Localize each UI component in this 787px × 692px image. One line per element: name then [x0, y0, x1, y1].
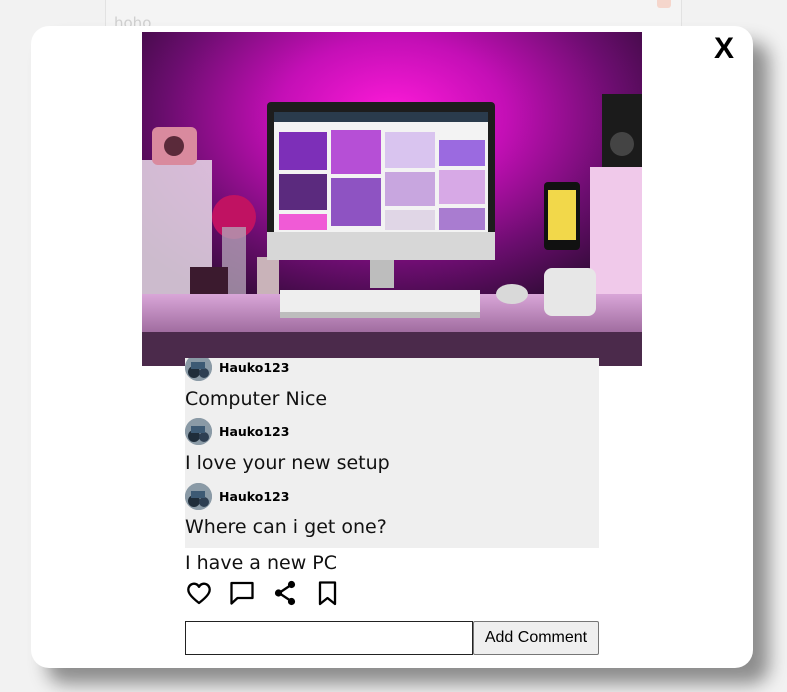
comment-username: Hauko123	[219, 488, 290, 504]
comment-author[interactable]: Hauko123	[185, 358, 289, 381]
comment-username: Hauko123	[219, 423, 290, 439]
comment-text: Where can i get one?	[185, 516, 387, 538]
comment-text: I love your new setup	[185, 452, 390, 474]
comments-list: Hauko123 Computer Nice Hauko123 I love y…	[185, 358, 599, 548]
comment-text: Computer Nice	[185, 388, 328, 410]
comment-input[interactable]	[185, 621, 473, 655]
add-comment-button[interactable]: Add Comment	[473, 621, 599, 655]
avatar	[185, 358, 212, 381]
comment-username: Hauko123	[219, 359, 290, 375]
comment-author[interactable]: Hauko123	[185, 482, 289, 510]
bookmark-icon[interactable]	[314, 579, 342, 607]
avatar	[185, 417, 212, 445]
heart-icon[interactable]	[185, 579, 213, 607]
post-image	[142, 32, 642, 366]
comment-author[interactable]: Hauko123	[185, 417, 289, 445]
avatar	[185, 482, 212, 510]
share-icon[interactable]	[271, 579, 299, 607]
close-button[interactable]: X	[711, 31, 737, 67]
background-swatch	[657, 0, 671, 8]
post-caption: I have a new PC	[185, 552, 338, 574]
comment-icon[interactable]	[228, 579, 256, 607]
